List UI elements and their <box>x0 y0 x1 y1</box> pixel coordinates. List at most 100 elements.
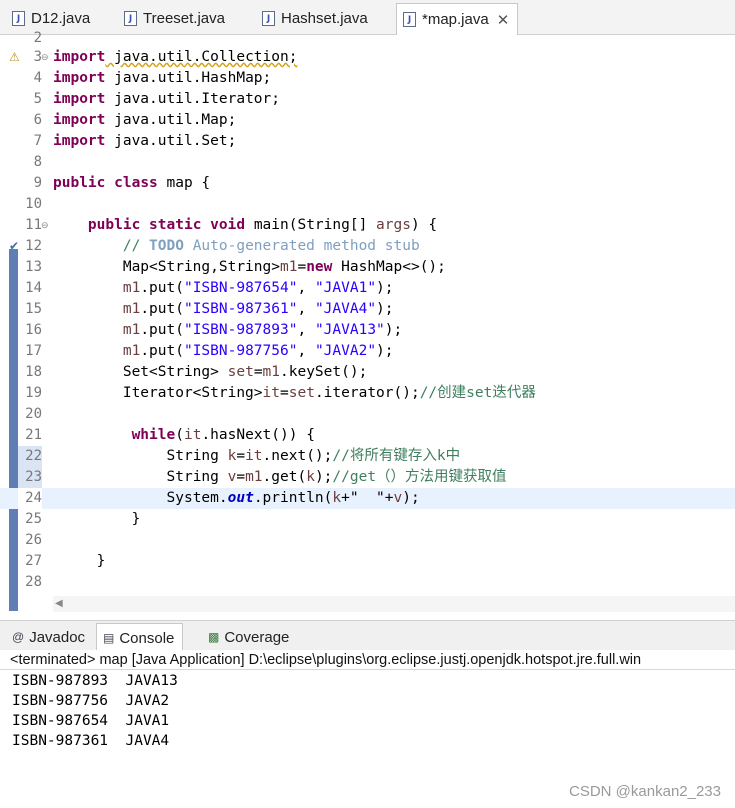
tab-label: *map.java <box>422 11 489 28</box>
line-number: 23 <box>18 467 42 488</box>
tab-coverage[interactable]: ▩ Coverage <box>208 623 289 651</box>
tab-console[interactable]: ▤ Console <box>96 623 184 652</box>
code-text: String v=m1.get(k);//get（）方法用键获取值 <box>166 469 507 485</box>
horizontal-scrollbar[interactable]: ◀ <box>53 596 735 612</box>
code-text: import java.util.Set; <box>53 133 237 149</box>
code-line: 4 import java.util.HashMap; <box>0 68 735 89</box>
code-line: 28 <box>0 572 735 593</box>
fold-icon[interactable]: ⊖ <box>41 47 49 68</box>
line-number: 18 <box>25 364 42 380</box>
code-line: 17 m1.put("ISBN-987756", "JAVA2"); <box>0 341 735 362</box>
code-text: } <box>96 553 106 569</box>
code-line: 26 <box>0 530 735 551</box>
code-text: public static void main(String[] args) { <box>87 217 438 233</box>
tab-label: Console <box>119 629 175 647</box>
code-line: ⚠ 3 ⊖ import java.util.Collection; <box>0 47 735 68</box>
close-icon[interactable]: ✕ <box>497 11 510 29</box>
code-line: 22 String k=it.next();//将所有键存入k中 <box>0 446 735 467</box>
line-number: 22 <box>18 446 42 467</box>
code-text: import java.util.Iterator; <box>53 91 280 107</box>
line-number: 24 <box>18 488 42 509</box>
at-icon: @ <box>12 630 25 644</box>
line-number: 17 <box>25 343 42 359</box>
line-number: 12 <box>25 238 42 254</box>
line-number: 10 <box>25 196 42 212</box>
line-number: 2 <box>33 30 42 46</box>
code-line: 16 m1.put("ISBN-987893", "JAVA13"); <box>0 320 735 341</box>
line-number: 26 <box>25 532 42 548</box>
code-line: 11 ⊖ public static void main(String[] ar… <box>0 215 735 236</box>
line-number: 27 <box>25 553 42 569</box>
code-text: Set<String> set=m1.keySet(); <box>122 364 368 380</box>
code-text: String k=it.next();//将所有键存入k中 <box>166 448 461 464</box>
code-text: Map<String,String>m1=new HashMap<>(); <box>122 259 446 275</box>
code-text: import java.util.HashMap; <box>53 70 272 86</box>
tab-label: Javadoc <box>29 628 86 646</box>
code-line: 21 while(it.hasNext()) { <box>0 425 735 446</box>
code-line: 6 import java.util.Map; <box>0 110 735 131</box>
code-line: 20 <box>0 404 735 425</box>
tab-javadoc[interactable]: @ Javadoc <box>12 623 85 651</box>
watermark: CSDN @kankan2_233 <box>569 783 721 800</box>
code-line: 8 <box>0 152 735 173</box>
java-file-icon: J <box>124 11 137 26</box>
line-number: 9 <box>33 175 42 191</box>
code-line: 19 Iterator<String>it=set.iterator();//创… <box>0 383 735 404</box>
code-line: 9 public class map { <box>0 173 735 194</box>
code-text: } <box>131 511 141 527</box>
tab-label: Coverage <box>224 628 290 646</box>
code-line: 13 Map<String,String>m1=new HashMap<>(); <box>0 257 735 278</box>
code-text: System.out.println(k+" "+v); <box>166 490 420 506</box>
java-file-icon: J <box>12 11 25 26</box>
line-number: 3 <box>33 49 42 65</box>
fold-icon[interactable]: ⊖ <box>41 215 49 236</box>
tab-label: D12.java <box>31 10 91 27</box>
panel-tab-bar: @ Javadoc ▤ Console ▩ Coverage <box>0 620 735 652</box>
code-line: 2 <box>0 28 735 49</box>
code-editor[interactable]: 2 ⚠ 3 ⊖ import java.util.Collection; 4 i… <box>0 30 735 611</box>
output-line: ISBN-987361 JAVA4 <box>12 733 170 749</box>
code-text: m1.put("ISBN-987756", "JAVA2"); <box>122 343 394 359</box>
line-number: 13 <box>25 259 42 275</box>
code-line-current: 24 System.out.println(k+" "+v); <box>0 488 735 509</box>
line-number: 28 <box>25 574 42 590</box>
line-number: 11 <box>25 217 42 233</box>
code-text: public class map { <box>53 175 211 191</box>
console-output[interactable]: ISBN-987893 JAVA13 ISBN-987756 JAVA2 ISB… <box>0 670 735 808</box>
line-number: 19 <box>25 385 42 401</box>
output-line: ISBN-987756 JAVA2 <box>12 693 170 709</box>
line-number: 25 <box>25 511 42 527</box>
code-text: Iterator<String>it=set.iterator();//创建se… <box>122 385 536 401</box>
code-text: m1.put("ISBN-987361", "JAVA4"); <box>122 301 394 317</box>
java-file-icon: J <box>262 11 275 26</box>
code-text: while(it.hasNext()) { <box>131 427 315 443</box>
console-status: <terminated> map [Java Application] D:\e… <box>0 650 735 670</box>
console-icon: ▤ <box>103 631 115 645</box>
code-line: 14 m1.put("ISBN-987654", "JAVA1"); <box>0 278 735 299</box>
code-line: 5 import java.util.Iterator; <box>0 89 735 110</box>
code-line: 7 import java.util.Set; <box>0 131 735 152</box>
scroll-left-icon[interactable]: ◀ <box>55 598 63 609</box>
line-number: 6 <box>33 112 42 128</box>
line-number: 21 <box>25 427 42 443</box>
line-number: 5 <box>33 91 42 107</box>
code-line: 15 m1.put("ISBN-987361", "JAVA4"); <box>0 299 735 320</box>
line-number: 15 <box>25 301 42 317</box>
code-text: import java.util.Collection; <box>53 49 298 65</box>
output-line: ISBN-987654 JAVA1 <box>12 713 170 729</box>
tab-label: Treeset.java <box>143 10 225 27</box>
code-text: import java.util.Map; <box>53 112 237 128</box>
code-text: m1.put("ISBN-987654", "JAVA1"); <box>122 280 394 296</box>
code-text: // TODO Auto-generated method stub <box>122 238 420 254</box>
code-line: 10 <box>0 194 735 215</box>
tab-label: Hashset.java <box>281 10 368 27</box>
line-number: 7 <box>33 133 42 149</box>
line-number: 8 <box>33 154 42 170</box>
line-number: 16 <box>25 322 42 338</box>
code-line: 27 } <box>0 551 735 572</box>
coverage-icon: ▩ <box>208 630 220 644</box>
code-text: m1.put("ISBN-987893", "JAVA13"); <box>122 322 403 338</box>
code-line: 25 } <box>0 509 735 530</box>
java-file-icon: J <box>403 12 416 27</box>
code-line: 23 String v=m1.get(k);//get（）方法用键获取值 <box>0 467 735 488</box>
